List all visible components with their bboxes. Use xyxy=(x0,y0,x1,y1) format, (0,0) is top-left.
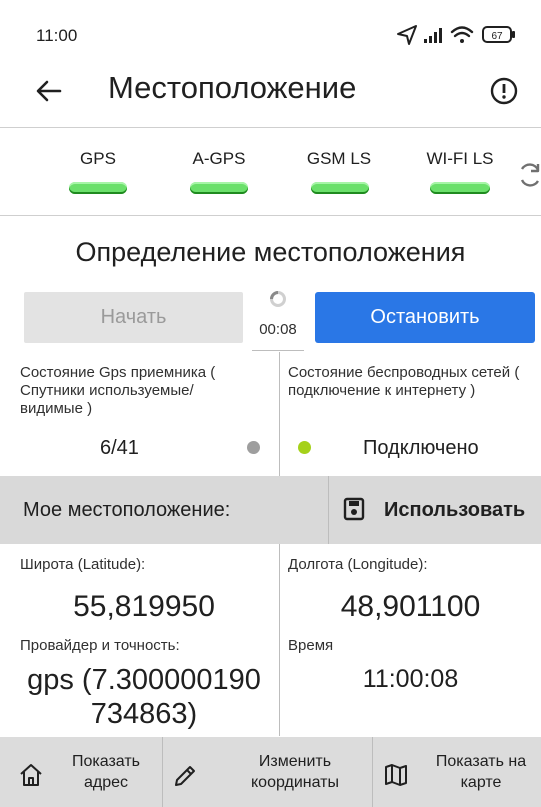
longitude-value: 48,901100 xyxy=(340,590,481,623)
wifi-status-label: Состояние беспроводных сетей ( подключен… xyxy=(288,364,520,399)
refresh-button[interactable] xyxy=(516,160,541,190)
indicator-label-gps: GPS xyxy=(80,149,116,168)
save-icon xyxy=(343,497,365,521)
indicator-bar-agps xyxy=(190,182,248,194)
latitude-value: 55,819950 xyxy=(73,590,215,623)
divider xyxy=(0,215,541,216)
wifi-status-dot xyxy=(298,441,311,454)
signal-icon xyxy=(424,28,442,43)
back-button[interactable] xyxy=(30,72,68,110)
map-icon xyxy=(383,762,409,788)
wifi-icon xyxy=(450,26,474,43)
page-title: Местоположение xyxy=(108,70,357,105)
battery-icon: 67 xyxy=(482,26,515,43)
progress-spinner-icon xyxy=(269,290,287,308)
refresh-icon xyxy=(520,163,540,187)
my-location-label: Мое местоположение: xyxy=(23,499,231,521)
time-label: Время xyxy=(288,637,334,654)
edit-coordinates-button[interactable]: Изменить координаты xyxy=(163,737,372,807)
start-button[interactable]: Начать xyxy=(24,292,243,343)
divider xyxy=(0,127,541,128)
show-address-button[interactable]: Показать адрес xyxy=(0,737,162,807)
indicator-label-gsm: GSM LS xyxy=(306,149,372,168)
provider-label: Провайдер и точность: xyxy=(20,637,180,654)
home-icon xyxy=(18,762,44,788)
gps-status-dot xyxy=(247,441,260,454)
stop-button[interactable]: Остановить xyxy=(315,292,535,343)
indicator-bar-gps xyxy=(69,182,127,194)
navigation-icon xyxy=(397,25,417,45)
indicator-label-agps: A-GPS xyxy=(192,149,246,168)
provider-value: gps (7.300000190 734863) xyxy=(27,664,261,730)
gps-status-value: 6/41 xyxy=(100,437,139,459)
edit-coordinates-label: Изменить координаты xyxy=(251,753,339,791)
pencil-icon xyxy=(172,763,198,789)
time-value: 11:00:08 xyxy=(362,665,459,693)
info-button[interactable] xyxy=(485,72,523,110)
indicator-bar-gsm xyxy=(311,182,369,194)
section-heading: Определение местоположения xyxy=(75,237,466,267)
show-on-map-button[interactable]: Показать на карте xyxy=(373,737,541,807)
indicator-label-wifi: WI-FI LS xyxy=(426,149,494,168)
latitude-label: Широта (Latitude): xyxy=(20,556,146,573)
wifi-status-value: Подключено xyxy=(363,437,479,459)
status-icons: 67 xyxy=(396,22,520,48)
gps-status-label: Состояние Gps приемника ( Спутники испол… xyxy=(20,364,216,417)
indicator-bar-wifi xyxy=(430,182,490,194)
divider xyxy=(279,352,280,476)
show-on-map-label: Показать на карте xyxy=(435,753,527,791)
battery-level: 67 xyxy=(491,31,503,42)
use-button-label[interactable]: Использовать xyxy=(384,499,525,522)
divider xyxy=(252,350,304,351)
timer: 00:08 xyxy=(259,321,297,338)
arrow-left-icon xyxy=(36,80,62,102)
longitude-label: Долгота (Longitude): xyxy=(288,556,428,573)
show-address-label: Показать адрес xyxy=(71,753,140,791)
status-time: 11:00 xyxy=(36,26,78,45)
exclamation-circle-icon xyxy=(490,77,518,105)
